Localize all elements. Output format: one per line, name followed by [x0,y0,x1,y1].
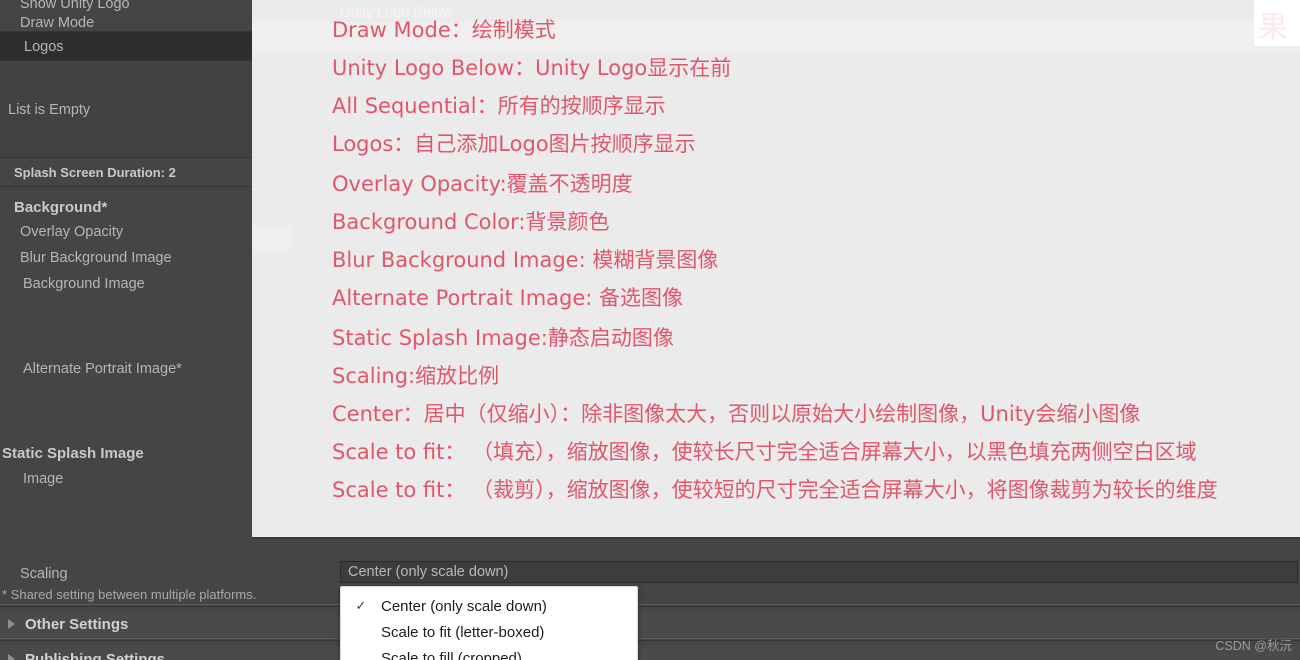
dropdown-item-scale-to-fill-cropped[interactable]: Scale to fill (cropped) [341,645,637,660]
dropdown-item-center-only-scale-down[interactable]: ✓ Center (only scale down) [341,593,637,619]
overlay-line: Alternate Portrait Image: 备选图像 [332,286,684,310]
watermark: CSDN @秋沅 [1215,639,1292,653]
row-label: Show Unity Logo [20,0,130,12]
overlay-line: Scale to fit： （填充），缩放图像，使较长尺寸完全适合屏幕大小，以黑… [332,440,1197,464]
dropdown-item-scale-to-fit-letter-boxed[interactable]: Scale to fit (letter-boxed) [341,619,637,645]
row-label: Background* [14,198,108,216]
overlay-line: Overlay Opacity:覆盖不透明度 [332,172,633,196]
row-label: Image [23,470,64,487]
check-icon: ✓ [355,598,367,613]
overlay-line: Unity Logo Below：Unity Logo显示在前 [332,56,732,80]
overlay-line: Scaling:缩放比例 [332,364,500,388]
chevron-right-icon [8,619,15,629]
overlay-line: All Sequential：所有的按顺序显示 [332,94,666,118]
dropdown-item-label: Scale to fit (letter-boxed) [381,623,545,641]
dropdown-item-label: Center (only scale down) [381,597,547,615]
divider [0,640,1300,641]
row-label: Alternate Portrait Image* [23,360,182,377]
scaling-select[interactable]: Center (only scale down) [340,561,1298,583]
chevron-right-icon [8,654,15,660]
overlay-line: Draw Mode：绘制模式 [332,18,556,42]
scaling-dropdown-menu[interactable]: ✓ Center (only scale down) Scale to fit … [340,586,638,660]
overlay-line: Static Splash Image:静态启动图像 [332,326,674,350]
scaling-select-value: Center (only scale down) [348,564,509,580]
foldout-label: Other Settings [25,615,129,633]
row-label: Draw Mode [20,14,95,31]
divider [0,606,1300,607]
foldout-label: Publishing Settings [25,650,166,660]
translation-overlay-image: Unity Logo Below 果 Draw Mode：绘制模式 Unity … [252,0,1300,539]
overlay-line: Background Color:背景颜色 [332,210,610,234]
divider [0,638,1300,639]
overlay-line: Scale to fit： （裁剪），缩放图像，使较短的尺寸完全适合屏幕大小，将… [332,478,1218,502]
shared-setting-note: * Shared setting between multiple platfo… [2,587,257,602]
row-label: Background Image [23,275,145,292]
row-label: Overlay Opacity [20,223,124,240]
row-label: Scaling [20,565,68,582]
overlay-line: Logos：自己添加Logo图片按顺序显示 [332,132,696,156]
overlay-line: Center：居中（仅缩小）：除非图像太大，否则以原始大小绘制图像，Unity会… [332,402,1141,426]
app-root: Show Unity Logo Draw Mode Logos List is … [0,0,1300,660]
row-label: List is Empty [8,101,91,118]
overlay-line: Blur Background Image: 模糊背景图像 [332,248,719,272]
ghost-red-character: 果 [1258,10,1288,45]
row-label: Splash Screen Duration: 2 [14,164,176,180]
ghost-band [252,228,292,250]
foldout-publishing-settings[interactable]: Publishing Settings [0,646,1300,660]
row-label: Static Splash Image [2,444,144,462]
foldout-other-settings[interactable]: Other Settings [0,611,1300,637]
divider [0,604,1300,605]
dropdown-item-label: Scale to fill (cropped) [381,649,522,660]
row-label: Logos [24,38,64,55]
row-label: Blur Background Image [20,249,172,266]
